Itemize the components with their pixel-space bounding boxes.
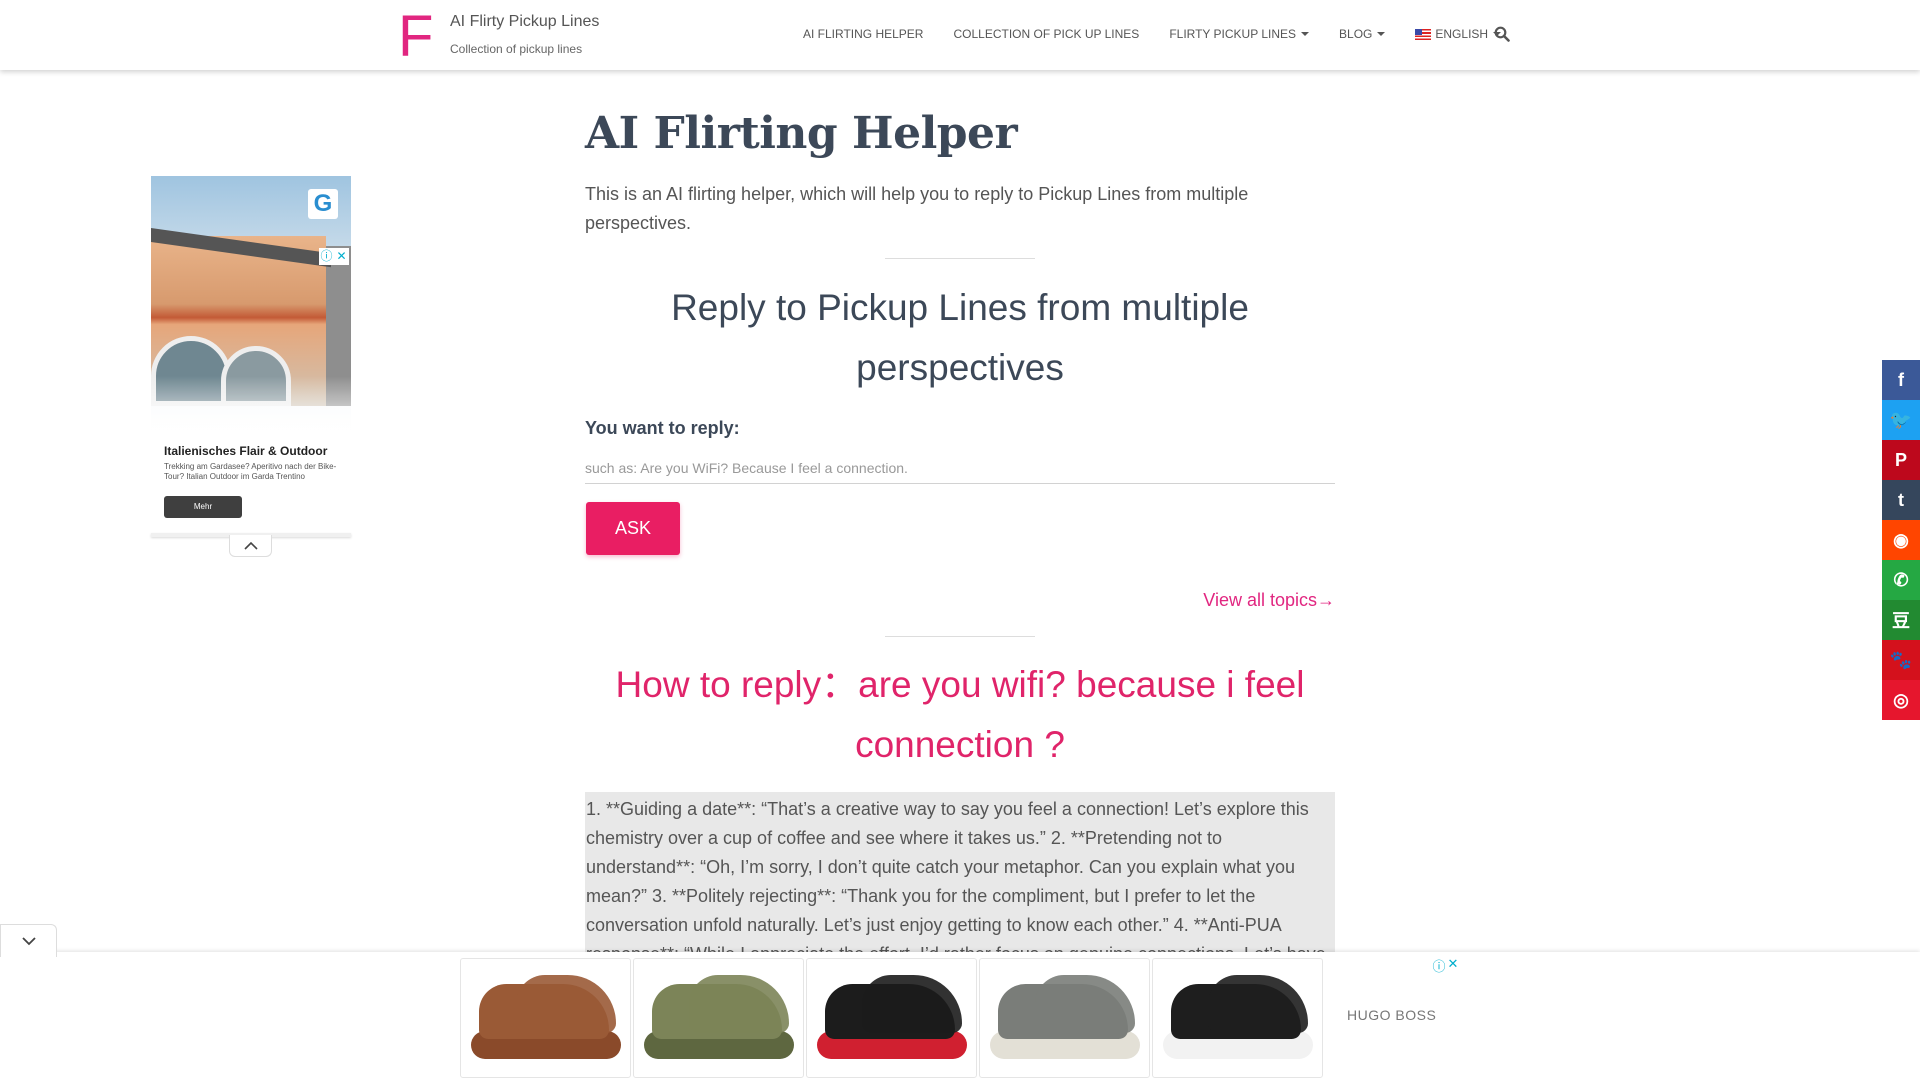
product-black-platform-sneaker[interactable] [1152, 958, 1323, 1078]
ad-info-icon[interactable]: ⓘ [319, 248, 334, 265]
ad-choices[interactable]: ⓘ ✕ [319, 248, 349, 265]
ad-fade [151, 376, 351, 438]
product-row [460, 958, 1323, 1078]
section-title: Reply to Pickup Lines from multiple pers… [671, 287, 1249, 388]
share-twitter-button[interactable]: 🐦 [1882, 400, 1920, 440]
nav-language[interactable]: ENGLISH [1415, 27, 1502, 41]
ask-button[interactable]: ASK [586, 502, 680, 555]
share-baidu-button[interactable]: 🐾 [1882, 640, 1920, 680]
reply-input[interactable] [585, 452, 1335, 484]
site-title[interactable]: AI Flirty Pickup Lines [450, 13, 599, 31]
whatsapp-icon: ✆ [1893, 569, 1909, 590]
page-title: AI Flirting Helper [585, 108, 1018, 159]
sidebar-ad[interactable]: G ⓘ ✕ Italienisches Flair & Outdoor Trek… [151, 176, 351, 534]
twitter-icon: 🐦 [1889, 409, 1913, 430]
nav-flirty-pickup-lines[interactable]: FLIRTY PICKUP LINES [1169, 27, 1310, 41]
nav-label: FLIRTY PICKUP LINES [1169, 27, 1297, 41]
nav-blog[interactable]: BLOG [1339, 27, 1386, 41]
reddit-icon: ◉ [1893, 529, 1909, 550]
intro-text: This is an AI flirting helper, which wil… [585, 184, 1249, 233]
chevron-down-icon [21, 937, 36, 946]
product-brown-sneaker[interactable] [460, 958, 631, 1078]
main-nav: AI FLIRTING HELPER COLLECTION OF PICK UP… [803, 27, 1531, 41]
nav-label: BLOG [1339, 27, 1373, 41]
share-tumblr-button[interactable]: t [1882, 480, 1920, 520]
view-all-topics-link[interactable]: View all topics→ [1203, 590, 1335, 611]
ad-choices[interactable]: ⓘ ✕ [1432, 956, 1460, 975]
share-reddit-button[interactable]: ◉ [1882, 520, 1920, 560]
nav-label: ENGLISH [1435, 27, 1489, 41]
weibo-icon: ◎ [1893, 689, 1909, 710]
divider [885, 636, 1035, 637]
us-flag-icon [1415, 28, 1432, 40]
facebook-icon: f [1898, 369, 1904, 390]
share-weibo-button[interactable]: ◎ [1882, 680, 1920, 720]
douban-icon: 豆 [1892, 611, 1910, 631]
nav-collection-of-pick-up-lines[interactable]: COLLECTION OF PICK UP LINES [953, 27, 1139, 41]
product-olive-high-top[interactable] [633, 958, 804, 1078]
share-facebook-button[interactable]: f [1882, 360, 1920, 400]
divider [885, 258, 1035, 259]
ad-close-icon[interactable]: ✕ [1446, 956, 1460, 975]
site-header: F AI Flirty Pickup Lines Collection of p… [0, 0, 1920, 70]
product-grey-suede-high-top[interactable] [979, 958, 1150, 1078]
nav-label: AI FLIRTING HELPER [803, 27, 924, 41]
ad-description: Trekking am Gardasee? Aperitivo nach der… [164, 462, 337, 481]
site-tagline: Collection of pickup lines [450, 42, 583, 56]
share-whatsapp-button[interactable]: ✆ [1882, 560, 1920, 600]
pinterest-icon: P [1894, 449, 1907, 470]
shoe-upper [862, 975, 962, 1033]
social-share-bar: f 🐦 Pt ◉ ✆ 豆 🐾 ◎ [1882, 360, 1920, 720]
ad-close-icon[interactable]: ✕ [334, 248, 349, 265]
nav-ai-flirting-helper[interactable]: AI FLIRTING HELPER [803, 27, 923, 41]
product-black-red-sneaker[interactable] [806, 958, 977, 1078]
shoe-upper [1208, 975, 1308, 1033]
bottom-banner-ad[interactable]: HUGO BOSS ⓘ ✕ [0, 952, 1920, 1080]
caret-down-icon [1301, 32, 1310, 36]
shoe-upper [689, 975, 789, 1033]
ad-brand-name[interactable]: HUGO BOSS [1347, 1007, 1436, 1023]
ad-image[interactable]: G ⓘ ✕ [151, 176, 351, 438]
ad-info-icon[interactable]: ⓘ [1432, 956, 1446, 975]
share-pinterest-button[interactable]: P [1882, 440, 1920, 480]
caret-down-icon [1377, 32, 1386, 36]
nav-label: COLLECTION OF PICK UP LINES [953, 27, 1140, 41]
shoe-upper [1035, 975, 1135, 1033]
shoe-upper [516, 975, 616, 1033]
share-douban-button[interactable]: 豆 [1882, 600, 1920, 640]
baidu-icon: 🐾 [1889, 649, 1913, 670]
site-logo[interactable]: F [398, 8, 433, 66]
chevron-up-icon [243, 541, 258, 550]
answer-title: How to reply：are you wifi? because i fee… [615, 664, 1305, 765]
answer-text: 1. **Guiding a date**: “That’s a creativ… [585, 792, 1335, 952]
ad-collapse-toggle[interactable] [229, 535, 272, 557]
tumblr-icon: t [1898, 489, 1904, 510]
ad-headline[interactable]: Italienisches Flair & Outdoor [164, 444, 327, 458]
ad-brand-logo-icon: G [308, 189, 338, 219]
reply-label: You want to reply: [585, 418, 740, 438]
ad-cta-button[interactable]: Mehr [164, 496, 242, 518]
search-icon[interactable] [1494, 26, 1510, 42]
bottom-ad-collapse-toggle[interactable] [0, 924, 57, 957]
